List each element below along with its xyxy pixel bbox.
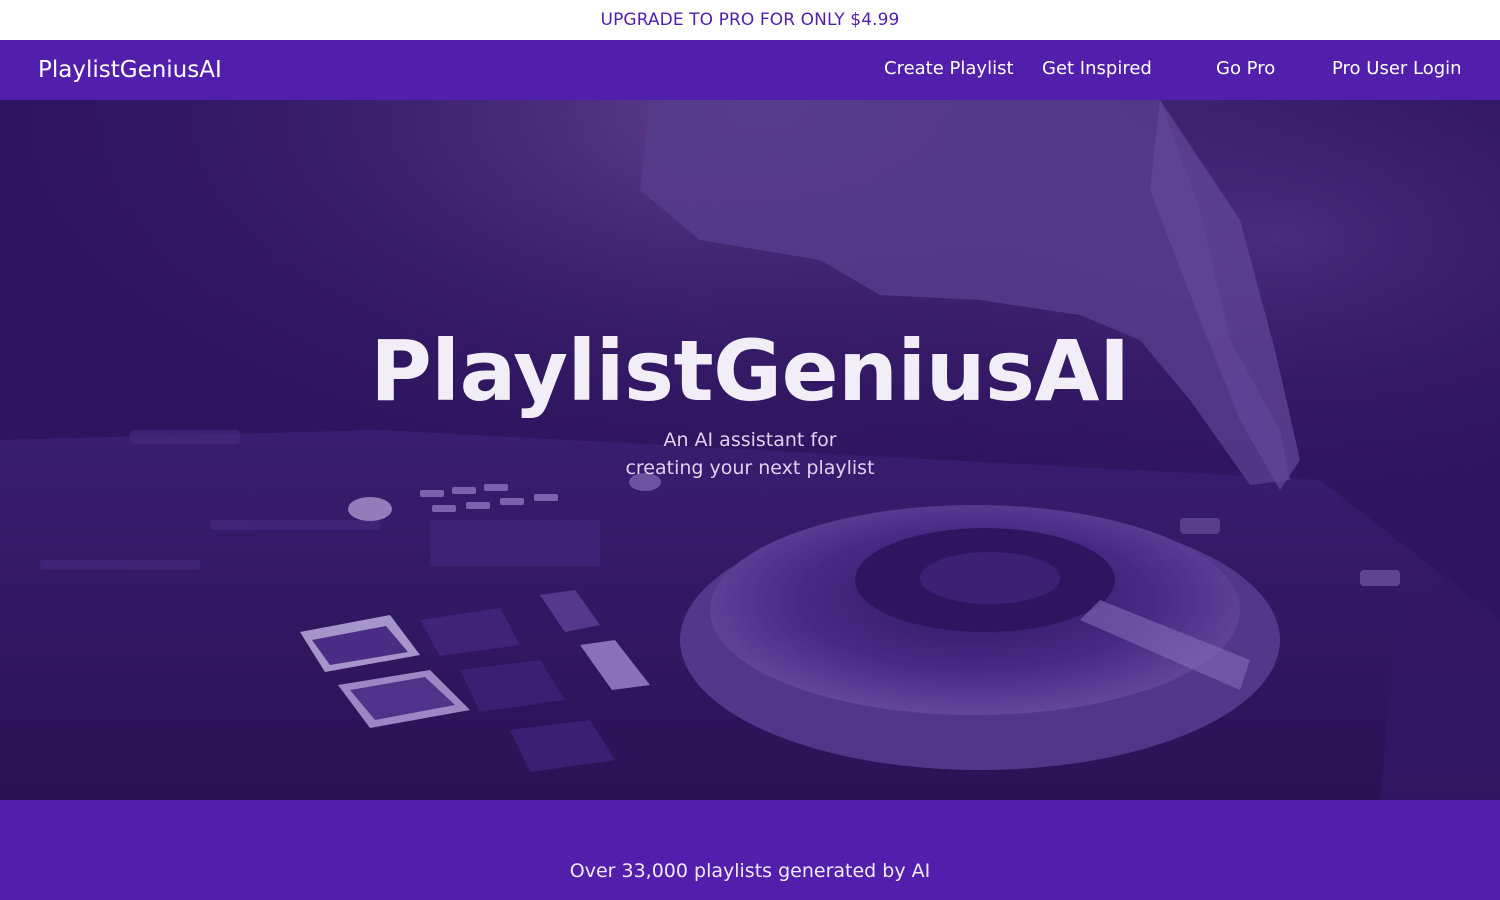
stats-section: Over 33,000 playlists generated by AI <box>0 800 1500 900</box>
brand-logo-link[interactable]: PlaylistGeniusAI <box>38 40 222 100</box>
upgrade-promo-link[interactable]: UPGRADE TO PRO FOR ONLY $4.99 <box>0 0 1500 40</box>
nav-go-pro[interactable]: Go Pro <box>1216 40 1275 100</box>
hero-section: PlaylistGeniusAI An AI assistant for cre… <box>0 100 1500 800</box>
hero-subtitle-line-1: An AI assistant for <box>663 429 837 451</box>
playlists-count-text: Over 33,000 playlists generated by AI <box>569 860 931 882</box>
nav-pro-user-login[interactable]: Pro User Login <box>1332 40 1462 100</box>
hero-subtitle-line-2: creating your next playlist <box>625 457 875 479</box>
nav-create-playlist[interactable]: Create Playlist <box>884 40 1014 100</box>
hero-title: PlaylistGeniusAI <box>370 322 1130 420</box>
hero-subtitle: An AI assistant for creating your next p… <box>0 426 1500 482</box>
nav-get-inspired[interactable]: Get Inspired <box>1042 40 1152 100</box>
top-navbar: PlaylistGeniusAI Create Playlist Get Ins… <box>0 40 1500 100</box>
